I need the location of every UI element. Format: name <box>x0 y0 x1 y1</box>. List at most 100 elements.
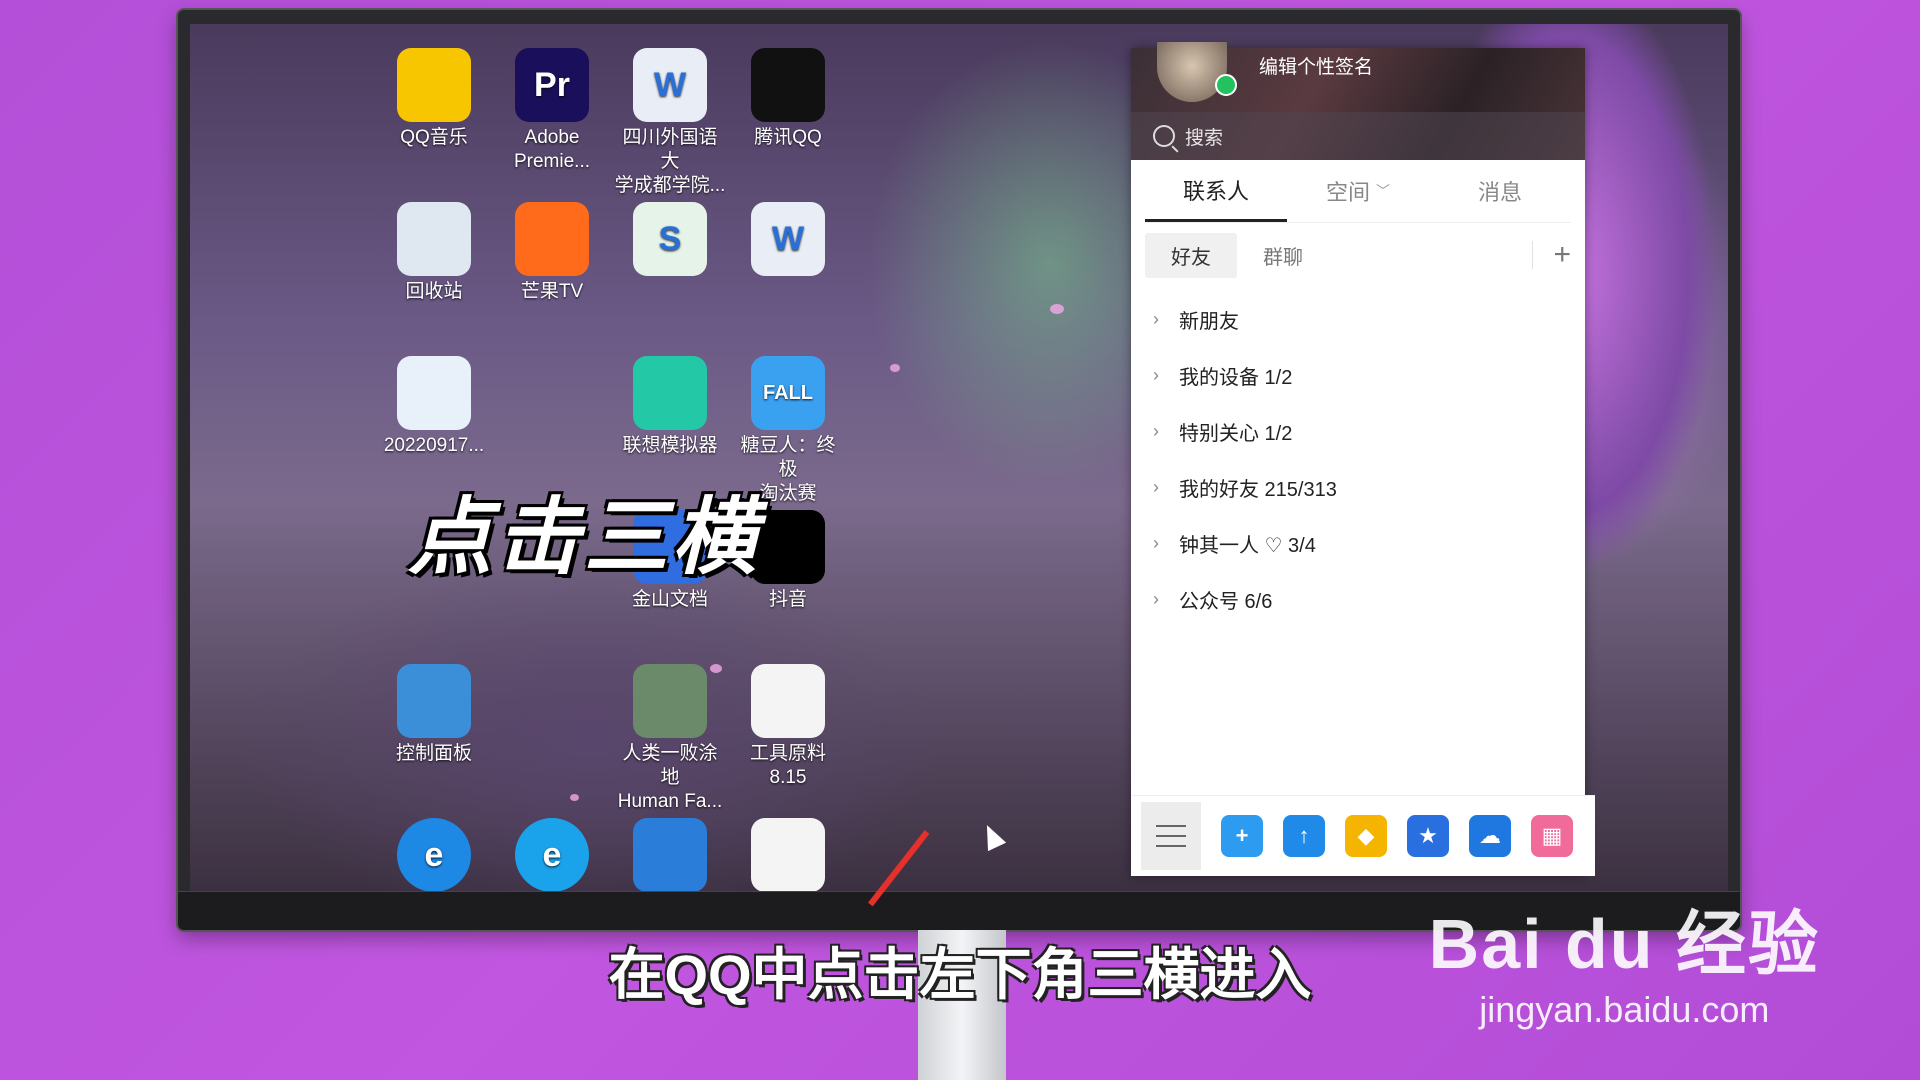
monitor: QQ音乐 Pr Adobe Premie... W 四川外国语大 学成都学院... 腾讯Q… <box>178 10 1740 930</box>
desktop-icon-label: 20220917... <box>383 435 485 456</box>
game-icon[interactable]: ◆ <box>1345 815 1387 857</box>
group-label: 新朋友 <box>1179 310 1239 333</box>
search-icon <box>1153 125 1175 147</box>
list-item[interactable]: › 新朋友 <box>1131 291 1585 347</box>
spreadsheet-icon: S <box>633 202 707 276</box>
chevron-down-icon: ﹀ <box>1376 183 1390 199</box>
desktop-icon-label: 四川外国语大 学成都学院... <box>614 127 726 196</box>
chevron-right-icon: › <box>1153 308 1159 329</box>
list-item[interactable]: › 特别关心 1/2 <box>1131 403 1585 459</box>
overlay-title: 点击三横 <box>408 490 761 584</box>
desktop-icon-label: 工具原料 8.15 <box>749 743 826 788</box>
desktop-icon[interactable]: QQ音乐 <box>378 48 490 150</box>
list-item[interactable]: › 我的设备 1/2 <box>1131 347 1585 403</box>
lenovo-emulator-icon <box>633 356 707 430</box>
desktop-icon[interactable] <box>732 818 844 892</box>
chevron-right-icon: › <box>1153 364 1159 385</box>
apps-grid-icon[interactable]: ▦ <box>1531 815 1573 857</box>
desktop-icon-label: QQ音乐 <box>400 127 468 148</box>
desktop-icon[interactable]: 人类一败涂地 Human Fa... <box>614 664 726 814</box>
group-label: 我的设备 1/2 <box>1179 366 1293 389</box>
blank-file-icon <box>751 664 825 738</box>
list-item[interactable]: › 钟其一人 ♡ 3/4 <box>1131 515 1585 571</box>
blank-file-icon <box>751 818 825 892</box>
desktop-icon-label: 控制面板 <box>395 743 472 764</box>
list-item[interactable]: › 我的好友 215/313 <box>1131 459 1585 515</box>
qq-music-icon <box>397 48 471 122</box>
edge-icon: e <box>515 818 589 892</box>
divider <box>1532 241 1534 269</box>
qq-penguin-icon <box>751 48 825 122</box>
contact-subtabs: 好友 群聊 + <box>1131 223 1585 287</box>
desktop-icon[interactable]: 工具原料 8.15 <box>732 664 844 790</box>
signature-field[interactable]: 编辑个性签名 <box>1259 52 1373 79</box>
list-item[interactable]: › 公众号 6/6 <box>1131 571 1585 627</box>
group-label: 钟其一人 ♡ 3/4 <box>1179 534 1316 557</box>
douyin-icon <box>751 510 825 584</box>
premiere-icon: Pr <box>515 48 589 122</box>
desktop-icon-label: 回收站 <box>405 281 463 302</box>
qq-header: 编辑个性签名 搜索 <box>1131 42 1585 160</box>
star-icon[interactable]: ★ <box>1407 815 1449 857</box>
tab-contacts[interactable]: 联系人 <box>1145 160 1287 222</box>
desktop-icon[interactable]: W <box>732 202 844 280</box>
main-tabs: 联系人 空间 ﹀ 消息 <box>1145 160 1571 223</box>
tab-space[interactable]: 空间 ﹀ <box>1287 160 1429 222</box>
fall-guys-icon: FALL <box>751 356 825 430</box>
upload-icon[interactable]: ↑ <box>1283 815 1325 857</box>
tab-space-label: 空间 <box>1325 180 1370 205</box>
desktop-icon[interactable]: 联想模拟器 <box>614 356 726 458</box>
watermark-url: jingyan.baidu.com <box>1479 989 1770 1030</box>
main-menu-button[interactable] <box>1141 802 1201 870</box>
subtab-friends[interactable]: 好友 <box>1145 232 1237 278</box>
search-placeholder: 搜索 <box>1185 127 1224 149</box>
control-panel-icon <box>397 664 471 738</box>
group-label: 我的好友 215/313 <box>1179 478 1337 501</box>
ie-icon: e <box>397 818 471 892</box>
cloud-icon[interactable]: ☁ <box>1469 815 1511 857</box>
desktop-screen: QQ音乐 Pr Adobe Premie... W 四川外国语大 学成都学院... 腾讯Q… <box>190 24 1728 892</box>
subtab-groups[interactable]: 群聊 <box>1237 233 1329 278</box>
avatar[interactable] <box>1157 42 1227 102</box>
desktop-icon[interactable]: e <box>378 818 490 892</box>
desktop-icon-label: 金山文档 <box>631 589 708 610</box>
desktop-icon[interactable]: W 四川外国语大 学成都学院... <box>614 48 726 198</box>
desktop-icon[interactable]: e <box>496 818 608 892</box>
desktop-icon-label: 腾讯QQ <box>754 127 822 148</box>
search-input[interactable]: 搜索 <box>1131 112 1585 160</box>
add-icon[interactable]: + <box>1553 240 1571 270</box>
desktop-icon-label: 人类一败涂地 Human Fa... <box>617 743 723 812</box>
desktop-icon-label: 抖音 <box>768 589 807 610</box>
video-file-icon <box>397 356 471 430</box>
online-status-icon <box>1215 74 1237 96</box>
human-fall-flat-icon <box>633 664 707 738</box>
desktop-icon[interactable]: Pr Adobe Premie... <box>496 48 608 174</box>
desktop-icon[interactable]: 回收站 <box>378 202 490 304</box>
tab-messages[interactable]: 消息 <box>1429 160 1571 222</box>
watermark-logo: Bai du 经验 <box>1428 905 1820 983</box>
group-label: 特别关心 1/2 <box>1179 422 1293 445</box>
recycle-bin-icon <box>397 202 471 276</box>
chevron-right-icon: › <box>1153 420 1159 441</box>
desktop-icon[interactable]: 20220917... <box>378 356 490 458</box>
contact-groups: › 新朋友 › 我的设备 1/2 › 特别关心 1/2 › 我的好友 215/313 ›… <box>1131 291 1585 627</box>
baidu-watermark: Bai du 经验 jingyan.baidu.com <box>1429 888 1820 1031</box>
word-doc-icon: W <box>633 48 707 122</box>
qq-main-panel: 编辑个性签名 搜索 联系人 空间 ﹀ 消息 好友 群聊 + › 新朋友 › 我的… <box>1131 42 1595 876</box>
desktop-icon[interactable]: S <box>614 202 726 280</box>
desktop-icon[interactable] <box>614 818 726 892</box>
desktop-icon[interactable]: 腾讯QQ <box>732 48 844 150</box>
desktop-icon-label: 联想模拟器 <box>622 435 718 456</box>
group-label: 公众号 6/6 <box>1179 590 1273 613</box>
mango-tv-icon <box>515 202 589 276</box>
settings-monitor-icon <box>633 818 707 892</box>
chevron-right-icon: › <box>1153 476 1159 497</box>
add-friend-icon[interactable]: + <box>1221 815 1263 857</box>
desktop-icon-label: 芒果TV <box>520 281 584 302</box>
bottom-toolbar: + ↑ ◆ ★ ☁ ▦ <box>1131 795 1595 876</box>
desktop-icon[interactable]: 芒果TV <box>496 202 608 304</box>
word-doc-icon: W <box>751 202 825 276</box>
desktop-icon-label: Adobe Premie... <box>513 127 591 172</box>
desktop-icon[interactable]: 控制面板 <box>378 664 490 766</box>
chevron-right-icon: › <box>1153 532 1159 553</box>
